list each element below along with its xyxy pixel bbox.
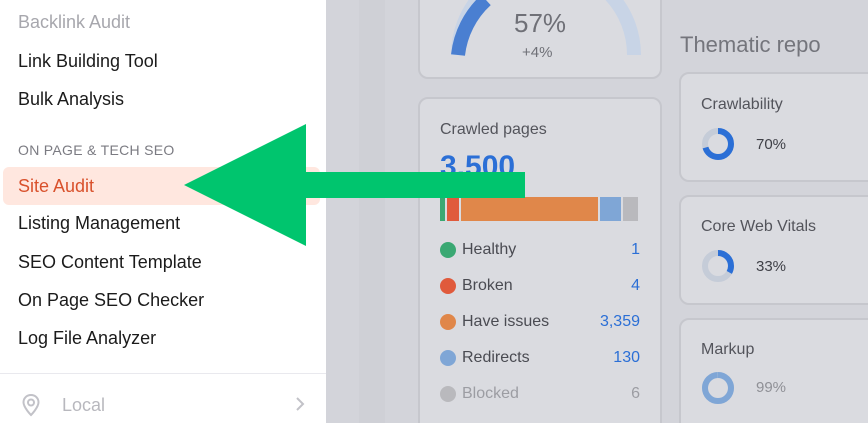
thematic-label: Crawlability (701, 96, 783, 113)
legend-dot (440, 314, 456, 330)
legend-row-healthy[interactable]: Healthy 1 (440, 240, 640, 260)
thematic-percent: 99% (756, 379, 787, 396)
legend-row-redirects[interactable]: Redirects 130 (440, 348, 640, 368)
crawled-pages-bar (440, 197, 640, 221)
bar-segment-redirects (600, 197, 621, 221)
legend-name: Healthy (462, 241, 517, 258)
bar-segment-healthy (440, 197, 445, 221)
legend-dot (440, 386, 456, 402)
core-web-vitals-donut (702, 250, 734, 282)
legend-row-broken[interactable]: Broken 4 (440, 276, 640, 296)
menu-item-listing-management[interactable]: Listing Management (18, 213, 180, 234)
crawled-pages-total: 3,500 (440, 150, 516, 183)
legend-name: Blocked (462, 385, 519, 402)
site-audit-dashboard-overlay: 57% +4% Thematic repo Crawled pages 3,50… (326, 0, 868, 423)
legend-name: Broken (462, 277, 513, 294)
menu-item-bulk-analysis[interactable]: Bulk Analysis (18, 89, 124, 110)
dashboard-sidebar-strip (359, 0, 385, 423)
menu-item-on-page-seo-checker[interactable]: On Page SEO Checker (18, 290, 204, 311)
legend-name: Redirects (462, 349, 530, 366)
legend-dot (440, 278, 456, 294)
bar-segment-broken (447, 197, 459, 221)
crawled-pages-card (418, 97, 662, 423)
tools-menu: Backlink Audit Link Building Tool Bulk A… (0, 0, 326, 423)
legend-dot (440, 242, 456, 258)
menu-item-site-audit[interactable]: Site Audit (3, 167, 320, 205)
site-health-percent: 57% (514, 8, 567, 38)
legend-value[interactable]: 130 (613, 349, 640, 367)
bar-segment-have-issues (461, 197, 598, 221)
menu-divider (0, 373, 326, 374)
thematic-label: Core Web Vitals (701, 218, 817, 235)
legend-name: Have issues (462, 313, 550, 330)
site-health-delta: +4% (522, 44, 553, 61)
crawled-pages-title: Crawled pages (440, 121, 547, 138)
markup-donut (702, 372, 734, 404)
chevron-right-icon (296, 397, 305, 411)
menu-item-link-building-tool[interactable]: Link Building Tool (18, 51, 158, 72)
legend-value[interactable]: 3,359 (600, 313, 640, 331)
menu-item-local-label: Local (62, 395, 106, 415)
menu-section-heading: ON PAGE & TECH SEO (18, 142, 175, 158)
legend-value[interactable]: 4 (631, 277, 640, 295)
crawlability-donut (702, 128, 734, 160)
location-pin-icon (22, 393, 40, 417)
legend-row-blocked[interactable]: Blocked 6 (440, 384, 640, 404)
legend-dot (440, 350, 456, 366)
thematic-label: Markup (701, 341, 755, 358)
legend-row-have-issues[interactable]: Have issues 3,359 (440, 312, 640, 332)
menu-item-backlink-audit[interactable]: Backlink Audit (18, 12, 130, 33)
legend-value[interactable]: 1 (631, 241, 640, 259)
menu-item-log-file-analyzer[interactable]: Log File Analyzer (18, 328, 156, 349)
bar-segment-blocked (623, 197, 638, 221)
legend-value[interactable]: 6 (631, 385, 640, 403)
menu-item-seo-content-template[interactable]: SEO Content Template (18, 252, 202, 273)
menu-item-local[interactable]: Local (18, 392, 308, 418)
thematic-reports-title: Thematic repo (680, 32, 821, 57)
thematic-percent: 70% (756, 136, 787, 153)
thematic-percent: 33% (756, 258, 787, 275)
